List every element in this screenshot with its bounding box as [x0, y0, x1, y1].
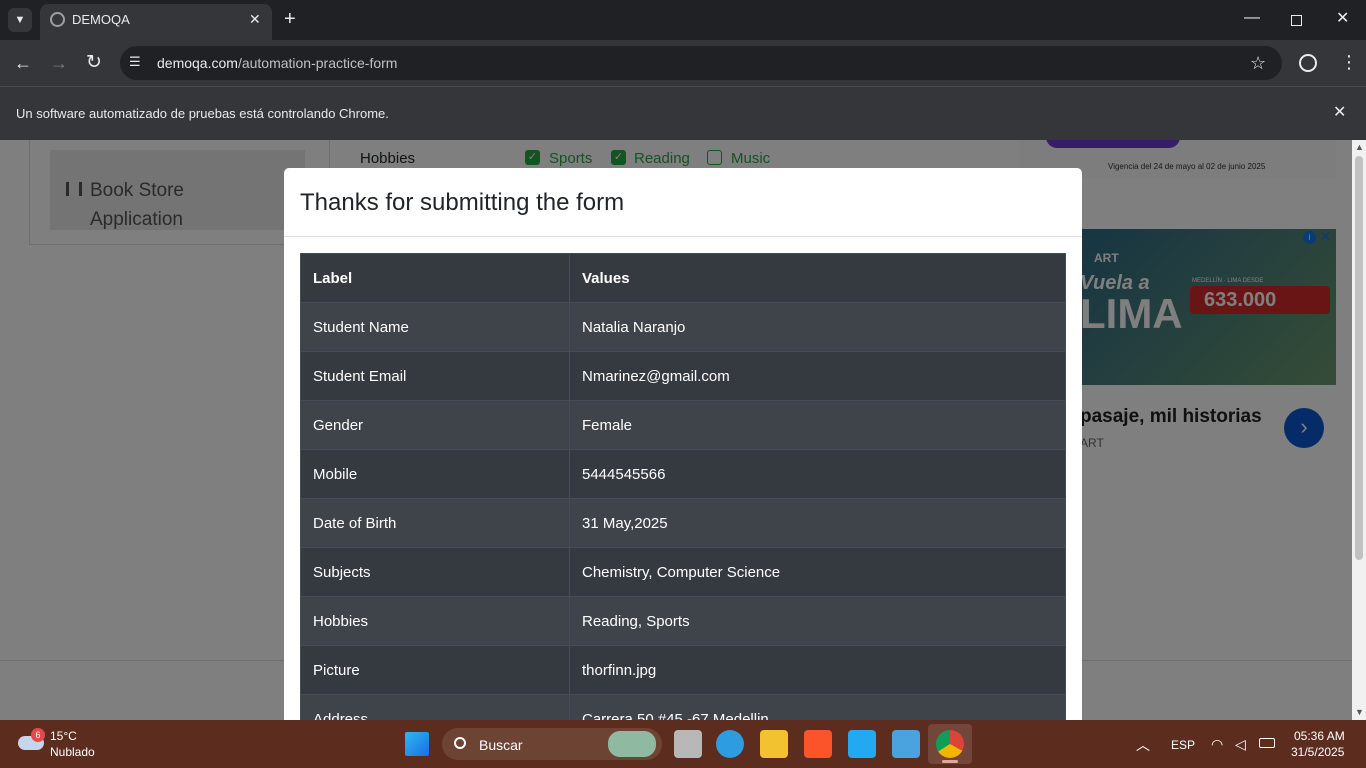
table-row: Date of Birth 31 May,2025	[300, 498, 1066, 548]
language-indicator[interactable]: ESP	[1171, 738, 1195, 752]
menu-icon[interactable]: ⋮	[1340, 53, 1358, 71]
volume-icon[interactable]: ◁	[1235, 736, 1246, 753]
url-host: demoqa.com	[157, 55, 238, 71]
row-label: Gender	[300, 400, 570, 450]
site-info-icon[interactable]: ☰	[129, 55, 141, 68]
automation-notice: Un software automatizado de pruebas está…	[16, 106, 389, 121]
table-row: Hobbies Reading, Sports	[300, 596, 1066, 646]
scrollbar-thumb[interactable]	[1355, 156, 1363, 560]
row-value: Nmarinez@gmail.com	[569, 351, 1066, 401]
globe-icon	[50, 12, 65, 27]
table-row: Subjects Chemistry, Computer Science	[300, 547, 1066, 597]
row-value: Female	[569, 400, 1066, 450]
task-view-icon[interactable]	[674, 730, 702, 758]
table-row: Student Name Natalia Naranjo	[300, 302, 1066, 352]
back-icon[interactable]: ←	[14, 54, 32, 72]
bookmark-star-icon[interactable]: ☆	[1250, 54, 1266, 72]
tab-bar: ▼ DEMOQA ✕ + — ✕	[0, 0, 1366, 40]
row-label: Mobile	[300, 449, 570, 499]
table-row: Gender Female	[300, 400, 1066, 450]
row-label: Date of Birth	[300, 498, 570, 548]
minimize-icon[interactable]: —	[1244, 10, 1260, 26]
weather-desc: Nublado	[50, 745, 95, 759]
results-table: Label Values Student Name Natalia Naranjo…	[300, 253, 1066, 720]
new-tab-icon[interactable]: +	[284, 9, 296, 29]
restore-icon[interactable]	[1291, 15, 1302, 26]
header-values: Values	[569, 253, 1066, 303]
table-row: Mobile 5444545566	[300, 449, 1066, 499]
table-header-row: Label Values	[300, 253, 1066, 303]
row-label: Student Name	[300, 302, 570, 352]
search-placeholder: Buscar	[479, 737, 523, 753]
tab-close-icon[interactable]: ✕	[249, 12, 261, 26]
file-explorer-icon[interactable]	[760, 730, 788, 758]
clock-time[interactable]: 05:36 AM	[1294, 729, 1345, 743]
reload-icon[interactable]: ↻	[86, 53, 102, 72]
notepad-icon[interactable]	[892, 730, 920, 758]
row-value: Natalia Naranjo	[569, 302, 1066, 352]
tray-chevron-icon[interactable]: ︿	[1136, 735, 1150, 755]
forward-icon[interactable]: →	[50, 54, 68, 72]
vscode-icon[interactable]	[848, 730, 876, 758]
row-value: thorfinn.jpg	[569, 645, 1066, 695]
row-label: Picture	[300, 645, 570, 695]
row-label: Student Email	[300, 351, 570, 401]
battery-icon[interactable]	[1259, 738, 1275, 748]
row-value: 31 May,2025	[569, 498, 1066, 548]
tab-search-icon[interactable]: ▼	[8, 8, 32, 32]
chrome-active-indicator	[942, 760, 958, 763]
modal-title: Thanks for submitting the form	[300, 189, 625, 216]
row-value: Reading, Sports	[569, 596, 1066, 646]
window-close-icon[interactable]: ✕	[1336, 11, 1349, 27]
infobar-close-icon[interactable]: ✕	[1333, 105, 1346, 121]
url-path: /automation-practice-form	[237, 55, 398, 71]
scroll-up-icon[interactable]: ▲	[1355, 142, 1364, 152]
tab-title: DEMOQA	[72, 12, 130, 27]
profile-icon[interactable]	[1299, 54, 1317, 72]
table-row: Student Email Nmarinez@gmail.com	[300, 351, 1066, 401]
chrome-icon[interactable]	[936, 730, 964, 758]
start-icon[interactable]	[405, 732, 429, 756]
row-value: Carrera 50 #45 -67 Medellin	[569, 694, 1066, 720]
wifi-icon[interactable]: ◠	[1211, 736, 1223, 753]
edge-icon[interactable]	[716, 730, 744, 758]
search-icon	[454, 737, 466, 749]
row-value: 5444545566	[569, 449, 1066, 499]
row-label: Address	[300, 694, 570, 720]
header-label: Label	[300, 253, 570, 303]
results-table-wrap: Label Values Student Name Natalia Naranjo…	[300, 253, 1066, 720]
row-label: Hobbies	[300, 596, 570, 646]
table-row: Address Carrera 50 #45 -67 Medellin	[300, 694, 1066, 720]
weather-temp[interactable]: 15°C	[50, 729, 77, 743]
clock-date[interactable]: 31/5/2025	[1291, 745, 1344, 759]
weather-badge: 6	[31, 728, 45, 742]
modal-header-divider	[284, 236, 1082, 237]
url-text[interactable]: demoqa.com/automation-practice-form	[157, 55, 397, 71]
scroll-down-icon[interactable]: ▼	[1355, 707, 1364, 717]
brave-icon[interactable]	[804, 730, 832, 758]
row-label: Subjects	[300, 547, 570, 597]
table-row: Picture thorfinn.jpg	[300, 645, 1066, 695]
row-value: Chemistry, Computer Science	[569, 547, 1066, 597]
search-highlight-icon	[608, 731, 656, 757]
